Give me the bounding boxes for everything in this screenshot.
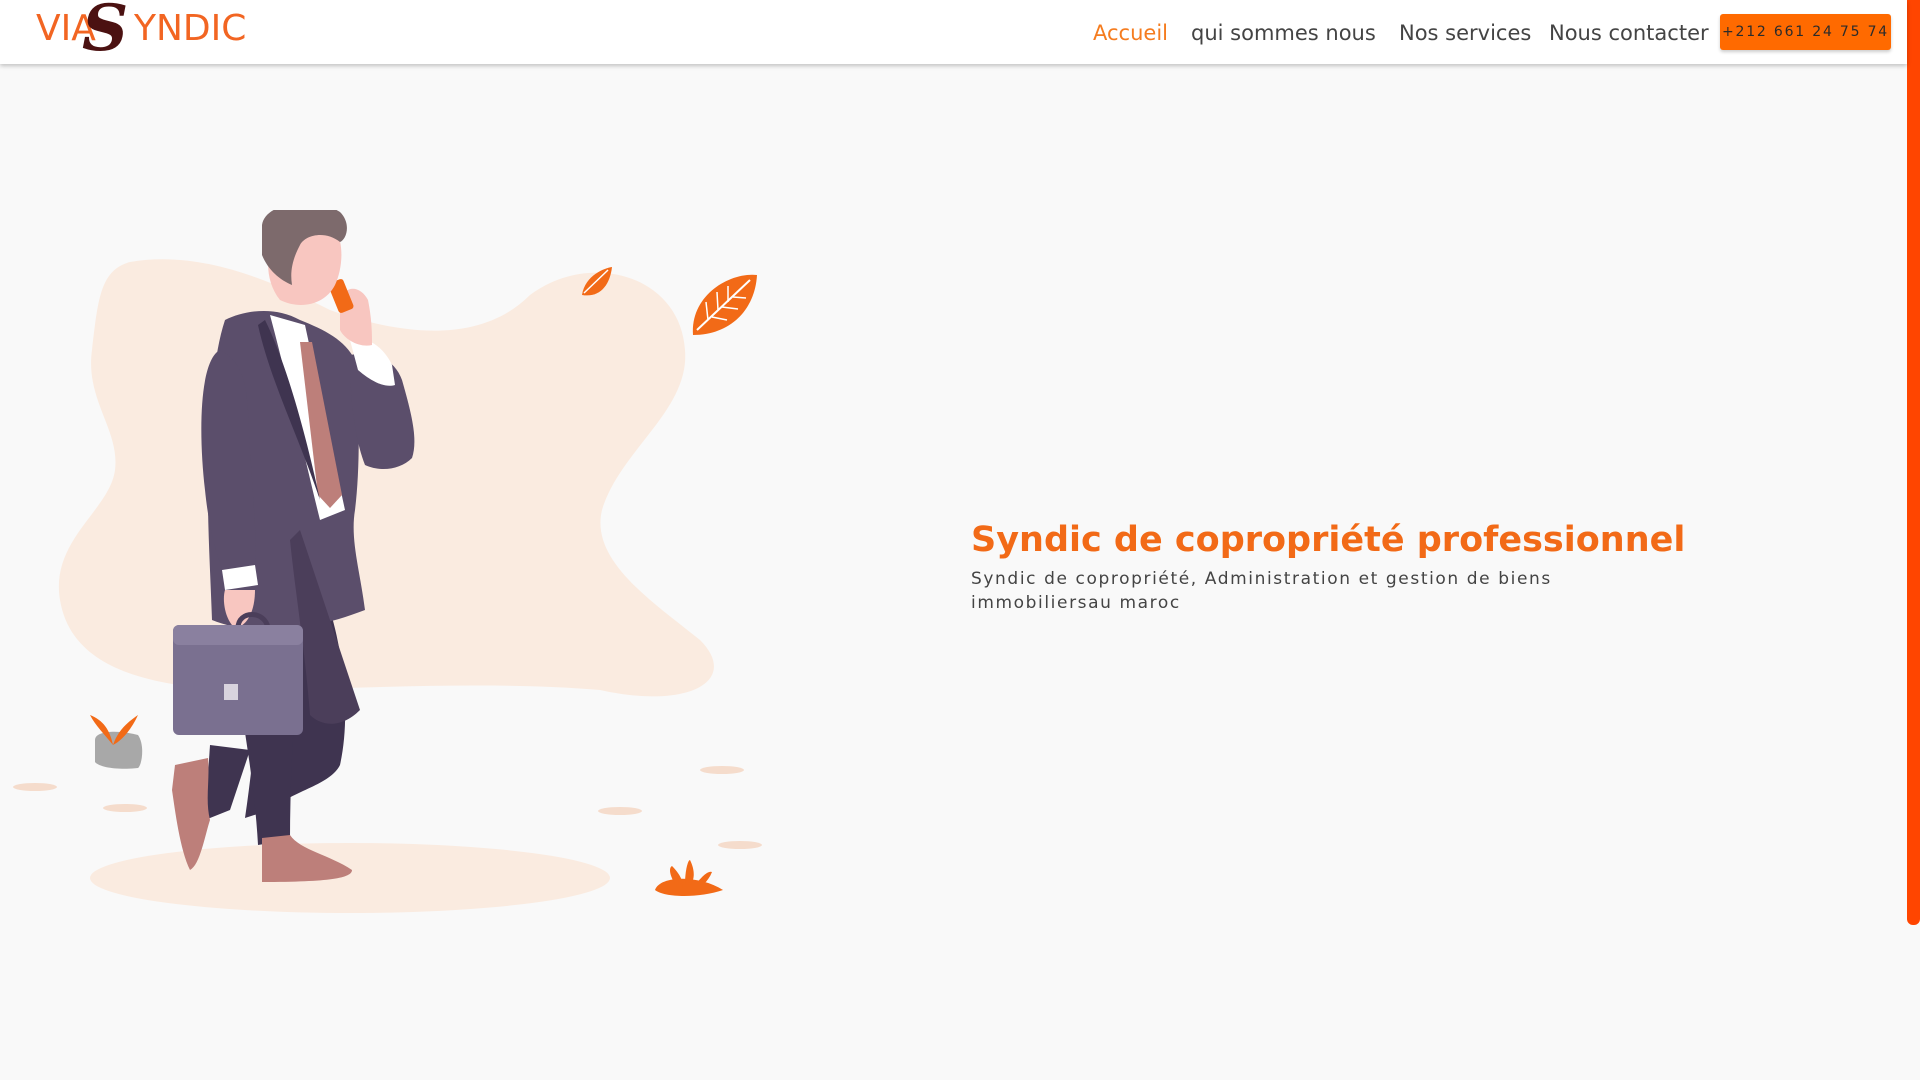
background-blob <box>58 259 714 697</box>
nav-link-nous-contacter[interactable]: Nous contacter <box>1549 19 1709 47</box>
scrollbar-thumb[interactable] <box>1907 0 1920 925</box>
briefcase-icon <box>173 612 303 735</box>
hero-subtitle: Syndic de copropriété, Administration et… <box>971 569 1552 613</box>
nav-link-nos-services[interactable]: Nos services <box>1399 19 1531 47</box>
ground-flower-icon <box>655 860 723 896</box>
viasyndic-logo[interactable]: VIA S YNDIC <box>36 0 246 64</box>
nav-link-qui-sommes-nous[interactable]: qui sommes nous <box>1191 19 1376 47</box>
businessman-illustration <box>13 210 762 913</box>
logo-text-yndic: YNDIC <box>134 8 247 49</box>
top-navbar: VIA S YNDIC Accueil qui sommes nous Nos … <box>0 0 1907 64</box>
ground-shadow <box>90 843 610 913</box>
logo-letter-s: S <box>82 0 129 66</box>
rock-with-sprout-icon <box>90 715 143 769</box>
leaf-large-icon <box>692 274 757 335</box>
hero-section: Syndic de copropriété professionnel Synd… <box>971 515 1686 615</box>
phone-button[interactable]: +212 661 24 75 74 <box>1720 14 1891 50</box>
nav-link-accueil[interactable]: Accueil <box>1093 19 1168 47</box>
hero-title: Syndic de copropriété professionnel <box>971 520 1686 560</box>
